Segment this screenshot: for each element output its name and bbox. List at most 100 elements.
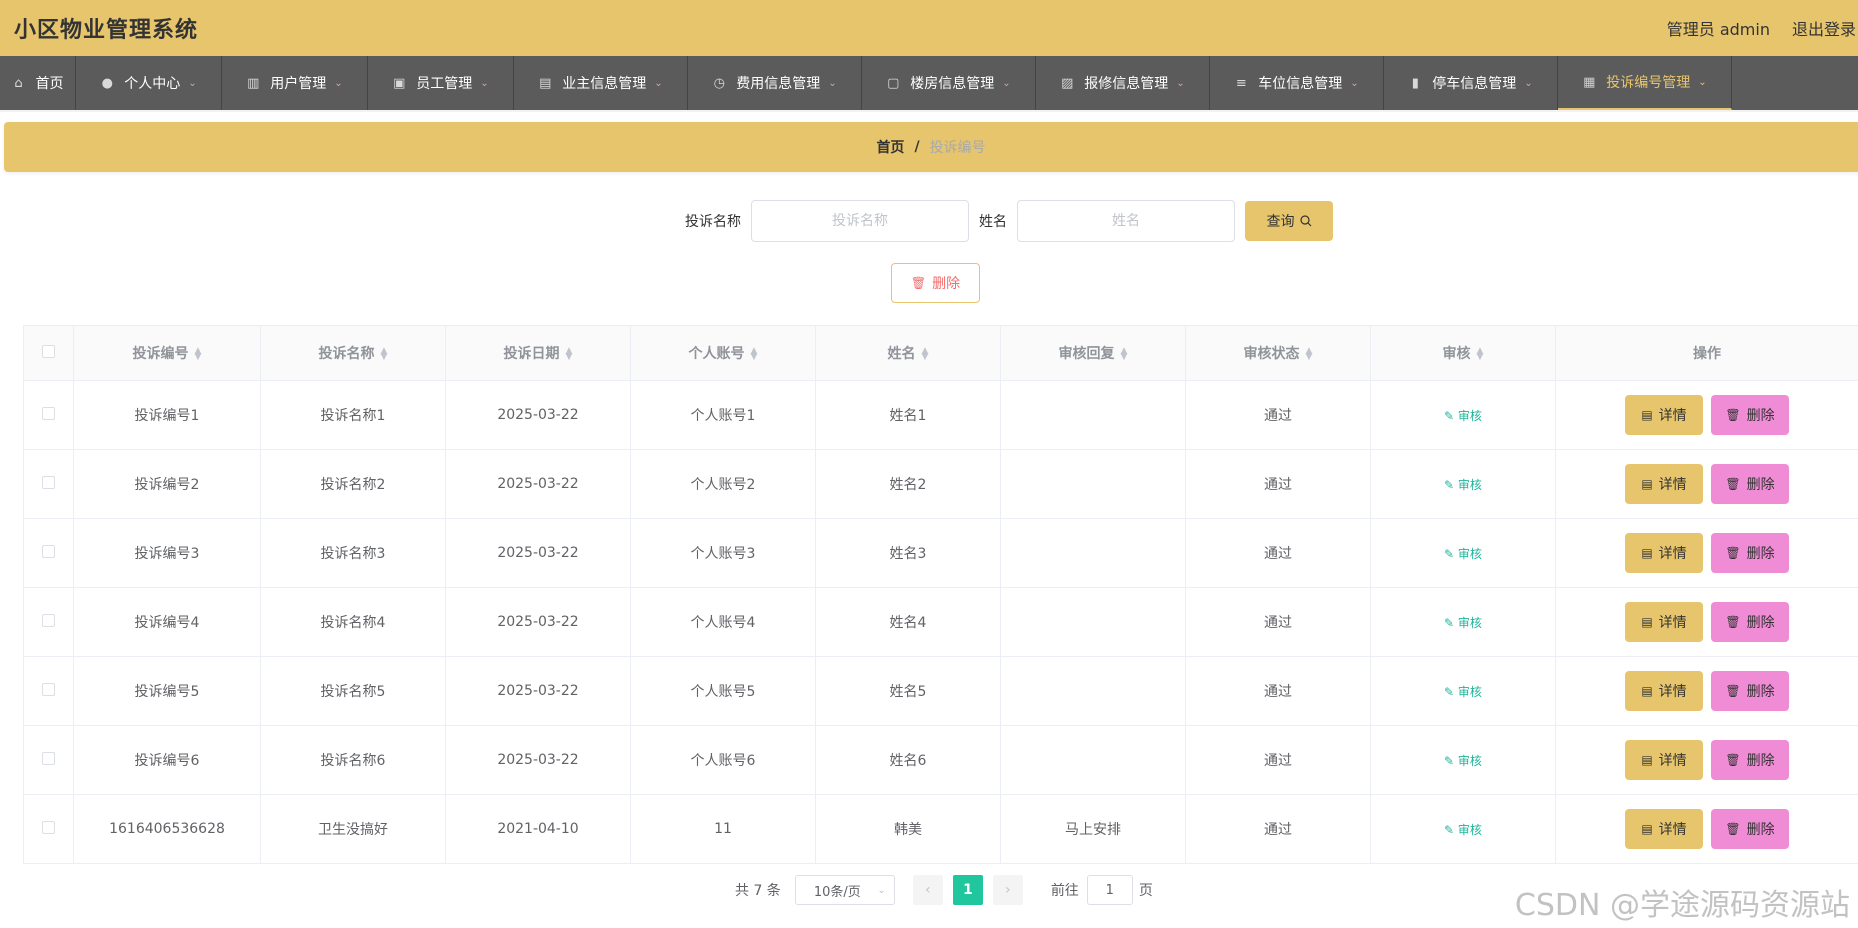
detail-label: 详情 <box>1658 408 1687 424</box>
row-checkbox[interactable] <box>42 544 55 558</box>
select-all-checkbox[interactable] <box>42 344 55 358</box>
complaint-name-input[interactable] <box>751 200 969 242</box>
audit-label: 审核 <box>1457 615 1482 630</box>
col-header[interactable]: 姓名 ▲ ▼ <box>815 325 1001 381</box>
detail-button[interactable]: ▤ 详情 <box>1625 809 1703 849</box>
sort-icon[interactable]: ▲ ▼ <box>922 347 929 362</box>
audit-link[interactable]: ✎ 审核 <box>1444 754 1482 768</box>
row-select-cell <box>23 656 74 726</box>
search-button[interactable]: 查询 <box>1245 201 1333 241</box>
sort-icon[interactable]: ▲ ▼ <box>1477 347 1484 362</box>
col-header[interactable]: 审核 ▲ ▼ <box>1370 325 1556 381</box>
table-cell: 投诉编号1 <box>73 380 261 450</box>
row-checkbox[interactable] <box>42 406 55 420</box>
detail-button[interactable]: ▤ 详情 <box>1625 740 1703 780</box>
nav-item[interactable]: ⌂ 首页 <box>0 56 76 110</box>
chart-icon: ▨ <box>1061 75 1074 91</box>
nav-item-label: 停车信息管理 <box>1432 76 1517 92</box>
table-row: 投诉编号4 投诉名称4 2025-03-22 个人账号4 姓名4 通过 ✎ 审核 ▤ 详情 🗑 删除 <box>23 587 1858 657</box>
nav-item[interactable]: ▮ 停车信息管理 ⌄ <box>1384 56 1558 110</box>
chevron-down-icon: ⌄ <box>828 77 837 89</box>
page-size-select[interactable]: 10条/页 ⌄ <box>794 875 895 905</box>
row-checkbox[interactable] <box>42 613 55 627</box>
main-nav: ⌂ 首页 ● 个人中心 ⌄ ▥ 用户管理 ⌄ ▣ 员工管理 ⌄ ▤ 业主信息管理 ⌄ ◷ 费用信息管理 ⌄ ▢ 楼房… <box>0 56 1858 112</box>
name-input[interactable] <box>1017 200 1235 242</box>
edit-icon: ✎ <box>1444 408 1458 423</box>
select-all-cell <box>23 325 74 381</box>
search-button-label: 查询 <box>1266 214 1295 230</box>
nav-item-label: 用户管理 <box>270 76 327 92</box>
prev-page-button[interactable]: ‹ <box>912 875 943 905</box>
app-title: 小区物业管理系统 <box>14 18 199 43</box>
detail-button[interactable]: ▤ 详情 <box>1625 602 1703 642</box>
table-cell: 2025-03-22 <box>445 587 631 657</box>
row-checkbox[interactable] <box>42 475 55 489</box>
col-header[interactable]: 个人账号 ▲ ▼ <box>630 325 816 381</box>
row-select-cell <box>23 794 74 864</box>
col-header[interactable]: 投诉编号 ▲ ▼ <box>73 325 261 381</box>
sort-icon[interactable]: ▲ ▼ <box>1121 347 1128 362</box>
nav-item[interactable]: ◷ 费用信息管理 ⌄ <box>688 56 862 110</box>
delete-button[interactable]: 🗑 删除 <box>1711 671 1789 711</box>
pagination: 共 7 条 10条/页 ⌄ ‹ 1 › 前往 页 <box>735 875 1153 905</box>
col-header[interactable]: 投诉日期 ▲ ▼ <box>445 325 631 381</box>
nav-item[interactable]: ≡ 车位信息管理 ⌄ <box>1210 56 1384 110</box>
table-cell: 姓名3 <box>815 518 1001 588</box>
document-icon: ▤ <box>1641 684 1653 698</box>
delete-button[interactable]: 🗑 删除 <box>1711 533 1789 573</box>
audit-cell: ✎ 审核 <box>1370 449 1556 519</box>
audit-link[interactable]: ✎ 审核 <box>1444 547 1482 561</box>
audit-link[interactable]: ✎ 审核 <box>1444 685 1482 699</box>
audit-link[interactable]: ✎ 审核 <box>1444 823 1482 837</box>
next-page-button[interactable]: › <box>992 875 1023 905</box>
goto-page-input[interactable] <box>1086 875 1133 905</box>
detail-button[interactable]: ▤ 详情 <box>1625 395 1703 435</box>
row-checkbox[interactable] <box>42 682 55 696</box>
sort-icon[interactable]: ▲ ▼ <box>381 347 388 362</box>
sort-icon[interactable]: ▲ ▼ <box>566 347 573 362</box>
delete-label: 删除 <box>1746 684 1775 700</box>
col-header[interactable]: 审核回复 ▲ ▼ <box>1000 325 1186 381</box>
document-icon: ▤ <box>1641 753 1653 767</box>
nav-item[interactable]: ● 个人中心 ⌄ <box>76 56 222 110</box>
nav-item[interactable]: ▨ 报修信息管理 ⌄ <box>1036 56 1210 110</box>
page-size-value: 10条/页 <box>813 884 861 900</box>
audit-link[interactable]: ✎ 审核 <box>1444 409 1482 423</box>
actions-cell: ▤ 详情 🗑 删除 <box>1555 449 1858 519</box>
nav-item[interactable]: ▣ 员工管理 ⌄ <box>368 56 514 110</box>
breadcrumb-home[interactable]: 首页 <box>876 137 904 157</box>
chevron-right-icon: › <box>1005 882 1011 898</box>
nav-item[interactable]: ▥ 用户管理 ⌄ <box>222 56 368 110</box>
sort-icon[interactable]: ▲ ▼ <box>1306 347 1313 362</box>
logout-link[interactable]: 退出登录 <box>1792 16 1856 40</box>
sort-icon[interactable]: ▲ ▼ <box>751 347 758 362</box>
col-header[interactable]: 投诉名称 ▲ ▼ <box>260 325 446 381</box>
delete-button[interactable]: 🗑 删除 <box>1711 602 1789 642</box>
complaint-table: 投诉编号 ▲ ▼ 投诉名称 ▲ ▼ 投诉日期 ▲ ▼ 个人账号 ▲ ▼ 姓名 ▲ ▼ 审核回复 ▲ ▼ … <box>23 325 1858 864</box>
audit-label: 审核 <box>1457 822 1482 837</box>
row-checkbox[interactable] <box>42 751 55 765</box>
detail-button[interactable]: ▤ 详情 <box>1625 671 1703 711</box>
row-checkbox[interactable] <box>42 820 55 834</box>
detail-button[interactable]: ▤ 详情 <box>1625 464 1703 504</box>
chevron-down-icon: ⌄ <box>188 77 197 89</box>
page-number-1[interactable]: 1 <box>952 875 983 905</box>
delete-button[interactable]: 🗑 删除 <box>1711 809 1789 849</box>
col-header-label: 个人账号 <box>688 346 745 362</box>
sort-icon[interactable]: ▲ ▼ <box>195 347 202 362</box>
col-header[interactable]: 审核状态 ▲ ▼ <box>1185 325 1371 381</box>
table-row: 投诉编号2 投诉名称2 2025-03-22 个人账号2 姓名2 通过 ✎ 审核 ▤ 详情 🗑 删除 <box>23 449 1858 519</box>
actions-cell: ▤ 详情 🗑 删除 <box>1555 725 1858 795</box>
batch-delete-button[interactable]: 🗑 删除 <box>891 263 980 303</box>
delete-button[interactable]: 🗑 删除 <box>1711 395 1789 435</box>
audit-link[interactable]: ✎ 审核 <box>1444 616 1482 630</box>
nav-item[interactable]: ▤ 业主信息管理 ⌄ <box>514 56 688 110</box>
detail-button[interactable]: ▤ 详情 <box>1625 533 1703 573</box>
delete-button[interactable]: 🗑 删除 <box>1711 740 1789 780</box>
nav-item[interactable]: ▦ 投诉编号管理 ⌄ <box>1558 56 1732 110</box>
nav-item[interactable]: ▢ 楼房信息管理 ⌄ <box>862 56 1036 110</box>
audit-link[interactable]: ✎ 审核 <box>1444 478 1482 492</box>
edit-icon: ✎ <box>1444 477 1458 492</box>
audit-cell: ✎ 审核 <box>1370 587 1556 657</box>
delete-button[interactable]: 🗑 删除 <box>1711 464 1789 504</box>
